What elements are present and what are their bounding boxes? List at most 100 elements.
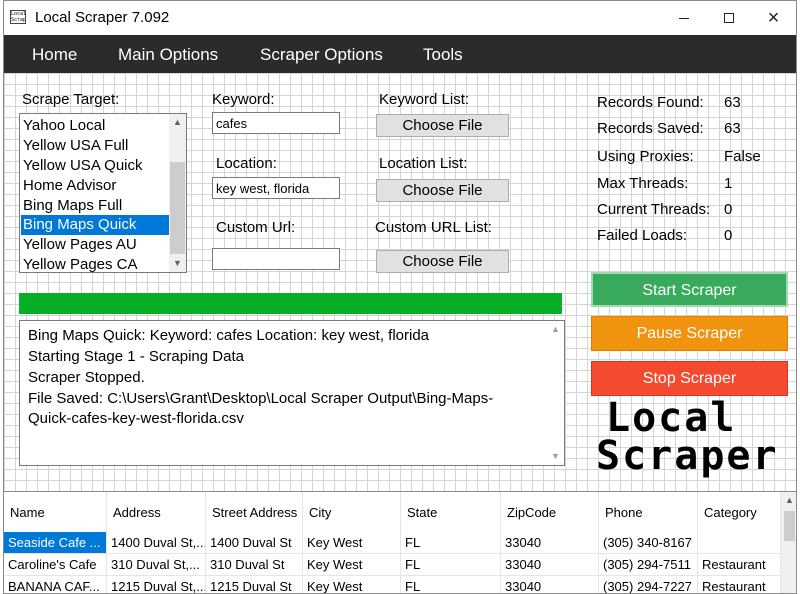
table-cell[interactable]: Restaurant: [698, 554, 781, 576]
custom-url-list-label: Custom URL List:: [375, 219, 492, 236]
column-header-category[interactable]: Category: [698, 492, 781, 532]
table-cell[interactable]: 33040: [501, 576, 599, 593]
list-item[interactable]: Home Advisor: [21, 176, 171, 196]
table-cell[interactable]: Key West: [303, 532, 401, 554]
window-title: Local Scraper 7.092: [35, 9, 170, 26]
column-header-address[interactable]: Address: [107, 492, 206, 532]
close-button[interactable]: ×: [751, 1, 796, 35]
failed-loads-label: Failed Loads:: [597, 227, 688, 244]
app-window: Local Scraper Local Scraper 7.092 × Home…: [3, 0, 797, 594]
records-saved-label: Records Saved:: [597, 120, 704, 137]
menu-home[interactable]: Home: [32, 45, 77, 65]
minimize-button[interactable]: [661, 1, 706, 35]
column-header-phone[interactable]: Phone: [599, 492, 698, 532]
list-item[interactable]: Yellow USA Quick: [21, 156, 171, 176]
log-output[interactable]: Bing Maps Quick: Keyword: cafes Location…: [19, 320, 565, 466]
list-item-selected[interactable]: Bing Maps Quick: [21, 215, 171, 235]
keyword-input[interactable]: cafes: [212, 112, 340, 134]
using-proxies-value: False: [724, 148, 761, 165]
logo-line-1: Local: [606, 395, 737, 441]
table-cell[interactable]: FL: [401, 576, 501, 593]
scrollbar-thumb[interactable]: [784, 511, 795, 541]
table-cell[interactable]: 1400 Duval St,...: [107, 532, 206, 554]
using-proxies-label: Using Proxies:: [597, 148, 694, 165]
column-header-street-address[interactable]: Street Address: [206, 492, 303, 532]
column-header-zipcode[interactable]: ZipCode: [501, 492, 599, 532]
table-cell[interactable]: 310 Duval St: [206, 554, 303, 576]
log-scrollbar[interactable]: ▲ ▼: [547, 321, 564, 465]
title-bar: Local Scraper Local Scraper 7.092 ×: [4, 1, 796, 35]
scrape-target-listbox[interactable]: Yahoo Local Yellow USA Full Yellow USA Q…: [19, 113, 187, 273]
scroll-up-icon[interactable]: ▲: [547, 321, 564, 338]
location-label: Location:: [216, 155, 277, 172]
keyword-list-label: Keyword List:: [379, 91, 470, 108]
menu-main-options[interactable]: Main Options: [118, 45, 218, 65]
records-found-value: 63: [724, 94, 741, 111]
log-line: Scraper Stopped.: [28, 369, 145, 386]
scroll-up-icon[interactable]: ▲: [169, 114, 186, 131]
table-cell[interactable]: [698, 532, 781, 554]
scrape-target-label: Scrape Target:: [22, 91, 120, 108]
table-cell[interactable]: 1215 Duval St: [206, 576, 303, 593]
menu-bar: Home Main Options Scraper Options Tools: [4, 35, 796, 73]
scrollbar-thumb[interactable]: [170, 162, 185, 254]
table-cell[interactable]: FL: [401, 532, 501, 554]
table-cell[interactable]: BANANA CAF...: [4, 576, 107, 593]
table-cell[interactable]: (305) 340-8167: [599, 532, 698, 554]
table-cell[interactable]: 310 Duval St,...: [107, 554, 206, 576]
location-list-choose-file-button[interactable]: Choose File: [376, 179, 509, 202]
table-cell[interactable]: 1215 Duval St,...: [107, 576, 206, 593]
scroll-up-icon[interactable]: ▲: [781, 492, 796, 509]
table-scrollbar[interactable]: ▲: [781, 492, 796, 593]
table-cell[interactable]: Key West: [303, 554, 401, 576]
progress-bar: [19, 293, 562, 314]
location-list-label: Location List:: [379, 155, 468, 172]
start-scraper-button[interactable]: Start Scraper: [591, 272, 788, 307]
list-item[interactable]: Yahoo Local: [21, 116, 171, 136]
scroll-down-icon[interactable]: ▼: [547, 448, 564, 465]
list-item[interactable]: Yellow USA Full: [21, 136, 171, 156]
custom-url-list-choose-file-button[interactable]: Choose File: [376, 250, 509, 273]
table-cell[interactable]: 33040: [501, 532, 599, 554]
log-line: Starting Stage 1 - Scraping Data: [28, 348, 244, 365]
records-saved-value: 63: [724, 120, 741, 137]
keyword-list-choose-file-button[interactable]: Choose File: [376, 114, 509, 137]
table-cell[interactable]: 33040: [501, 554, 599, 576]
maximize-icon: [723, 13, 734, 23]
table-cell[interactable]: Caroline's Cafe: [4, 554, 107, 576]
table-cell[interactable]: 1400 Duval St: [206, 532, 303, 554]
table-cell[interactable]: (305) 294-7227: [599, 576, 698, 593]
main-panel: Scrape Target: Yahoo Local Yellow USA Fu…: [4, 73, 796, 491]
custom-url-label: Custom Url:: [216, 219, 296, 236]
list-item[interactable]: Bing Maps Full: [21, 196, 171, 216]
listbox-scrollbar[interactable]: ▲ ▼: [169, 114, 186, 272]
failed-loads-value: 0: [724, 227, 733, 244]
column-header-name[interactable]: Name: [4, 492, 107, 532]
local-scraper-logo: Local Scraper: [596, 398, 786, 478]
list-item[interactable]: Yellow Pages CA: [21, 255, 171, 272]
minimize-icon: [678, 17, 689, 19]
table-cell[interactable]: (305) 294-7511: [599, 554, 698, 576]
logo-line-2: Scraper: [596, 433, 779, 479]
table-cell[interactable]: Restaurant: [698, 576, 781, 593]
table-cell[interactable]: Seaside Cafe ...: [4, 532, 107, 554]
app-logo-icon: Local Scraper: [10, 10, 26, 24]
table-cell[interactable]: FL: [401, 554, 501, 576]
custom-url-input[interactable]: [212, 248, 340, 270]
menu-scraper-options[interactable]: Scraper Options: [260, 45, 383, 65]
table-cell[interactable]: Key West: [303, 576, 401, 593]
maximize-button[interactable]: [706, 1, 751, 35]
current-threads-value: 0: [724, 201, 733, 218]
max-threads-label: Max Threads:: [597, 175, 689, 192]
scroll-down-icon[interactable]: ▼: [169, 255, 186, 272]
location-input[interactable]: key west, florida: [212, 177, 340, 199]
log-line: Quick-cafes-key-west-florida.csv: [28, 410, 244, 427]
list-item[interactable]: Yellow Pages AU: [21, 235, 171, 255]
menu-tools[interactable]: Tools: [423, 45, 463, 65]
results-table[interactable]: Name Address Street Address City State Z…: [4, 491, 796, 593]
close-icon: ×: [767, 6, 780, 29]
column-header-city[interactable]: City: [303, 492, 401, 532]
pause-scraper-button[interactable]: Pause Scraper: [591, 316, 788, 351]
column-header-state[interactable]: State: [401, 492, 501, 532]
stop-scraper-button[interactable]: Stop Scraper: [591, 361, 788, 396]
